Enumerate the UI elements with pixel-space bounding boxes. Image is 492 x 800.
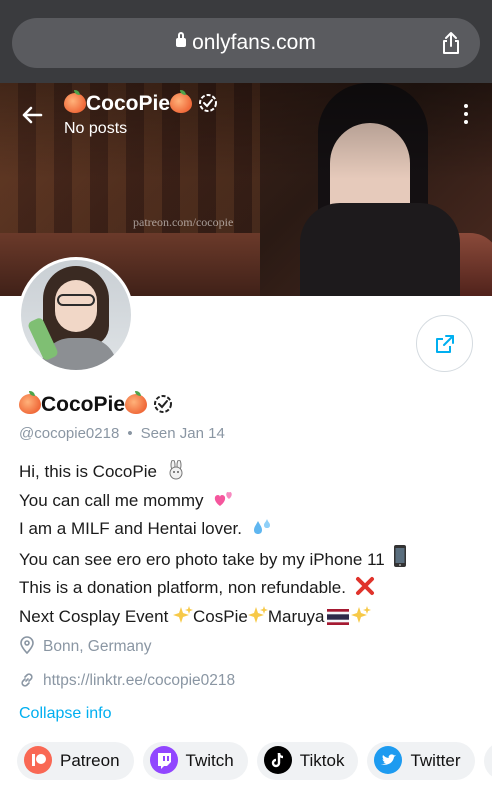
- share-profile-button[interactable]: [416, 315, 473, 372]
- verified-badge-icon: [153, 395, 172, 413]
- patreon-icon: [24, 746, 52, 774]
- bio-line: Hi, this is CocoPie: [19, 462, 157, 481]
- peach-emoji-icon: [125, 391, 148, 414]
- sparkles-icon: [247, 605, 268, 623]
- bio-line: This is a donation platform, non refunda…: [19, 578, 346, 597]
- browser-share-icon[interactable]: [440, 31, 462, 55]
- bio-line: I am a MILF and Hentai lover.: [19, 519, 242, 538]
- social-chip-twitter[interactable]: Twitter: [367, 742, 475, 780]
- bio-line: Next Cosplay Event: [19, 606, 174, 626]
- sparkles-icon: [173, 605, 194, 623]
- profile-meta: @cocopie0218 • Seen Jan 14: [19, 425, 225, 442]
- cover-watermark: patreon.com/cocopie: [133, 215, 234, 229]
- url-text: onlyfans.com: [192, 31, 316, 54]
- social-chip-twitch[interactable]: Twitch: [142, 742, 248, 780]
- sweat-droplets-icon: [253, 519, 270, 534]
- avatar[interactable]: [18, 257, 134, 373]
- bio-line: CosPie: [193, 606, 248, 626]
- profile-name: CocoPie: [19, 391, 173, 418]
- post-count: No posts: [64, 120, 128, 137]
- social-label: Twitch: [185, 751, 234, 770]
- sparkles-icon: [350, 605, 371, 623]
- address-bar[interactable]: onlyfans.com: [12, 18, 480, 68]
- location-row: Bonn, Germany: [19, 636, 152, 657]
- profile-handle: @cocopie0218: [19, 425, 120, 442]
- peach-emoji-icon: [19, 391, 41, 414]
- back-arrow-icon[interactable]: [20, 103, 44, 127]
- social-chip-tiktok[interactable]: Tiktok: [256, 742, 359, 780]
- location-text: Bonn, Germany: [43, 638, 152, 655]
- social-label: Twitter: [410, 751, 461, 770]
- link-icon: [21, 673, 33, 687]
- mobile-phone-icon: [394, 544, 407, 567]
- lock-icon: [176, 32, 187, 47]
- more-options-icon[interactable]: [458, 104, 474, 126]
- two-hearts-icon: [215, 491, 233, 506]
- peach-emoji-icon: [170, 90, 193, 113]
- separator-dot: •: [127, 425, 133, 442]
- website-link[interactable]: https://linktr.ee/cocopie0218: [43, 672, 235, 689]
- bio-line: You can see ero ero photo take by my iPh…: [19, 549, 385, 569]
- browser-toolbar: onlyfans.com: [0, 0, 492, 83]
- social-chip-patreon[interactable]: Patreon: [17, 742, 134, 780]
- verified-badge-icon: [198, 94, 217, 112]
- social-label: Tiktok: [299, 751, 345, 770]
- social-chip-overflow[interactable]: [483, 742, 492, 780]
- location-pin-icon: [20, 636, 34, 655]
- header-title: CocoPie: [64, 90, 218, 118]
- collapse-info-link[interactable]: Collapse info: [19, 705, 112, 723]
- social-label: Patreon: [60, 751, 120, 770]
- website-row[interactable]: https://linktr.ee/cocopie0218: [19, 671, 235, 691]
- share-arrow-icon: [436, 335, 454, 353]
- rabbit-icon: [169, 460, 183, 480]
- thailand-flag-icon: [326, 608, 349, 625]
- twitter-icon: [374, 746, 403, 774]
- peach-emoji-icon: [64, 90, 86, 113]
- social-links: Patreon Twitch Tiktok Twitter: [17, 742, 492, 780]
- twitch-icon: [149, 746, 178, 774]
- tiktok-icon: [263, 746, 292, 774]
- last-seen: Seen Jan 14: [140, 425, 225, 442]
- bio-line: You can call me mommy: [19, 490, 204, 510]
- cross-mark-icon: [355, 577, 374, 595]
- profile-bio: Hi, this is CocoPie You can call me momm…: [19, 458, 479, 631]
- bio-line: Maruya: [267, 606, 325, 626]
